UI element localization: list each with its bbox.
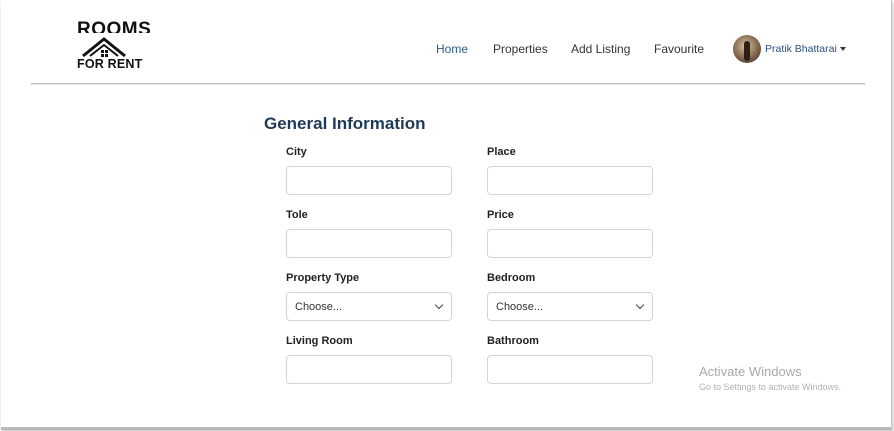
house-roof-icon: [82, 37, 126, 58]
place-input[interactable]: [487, 166, 653, 195]
activate-windows-title: Activate Windows: [699, 364, 802, 379]
activate-windows-subtitle: Go to Settings to activate Windows.: [699, 382, 842, 392]
bathroom-label: Bathroom: [487, 335, 539, 347]
avatar: [733, 35, 761, 63]
place-label: Place: [487, 146, 516, 158]
tole-input[interactable]: [286, 229, 452, 258]
bedroom-label: Bedroom: [487, 272, 536, 284]
property-type-label: Property Type: [286, 272, 360, 284]
section-title: General Information: [264, 114, 426, 133]
bathroom-input[interactable]: [487, 355, 653, 384]
nav-favourite-link[interactable]: Favourite: [654, 42, 704, 56]
property-type-value: Choose...: [295, 300, 343, 313]
city-label: City: [286, 146, 307, 158]
caret-down-icon: [839, 47, 846, 51]
living-room-input[interactable]: [286, 355, 452, 384]
logo-top-text: ROOMS: [77, 20, 152, 33]
city-input[interactable]: [286, 166, 452, 195]
property-type-select[interactable]: Choose...: [286, 292, 452, 321]
browser-page: ROOMS FOR RENT Home Properties Add Listi…: [1, 0, 892, 430]
chevron-down-icon: [434, 300, 444, 310]
price-label: Price: [487, 209, 514, 221]
site-logo[interactable]: ROOMS FOR RENT: [73, 20, 151, 76]
bedroom-select[interactable]: Choose...: [487, 292, 653, 321]
nav-properties-link[interactable]: Properties: [493, 42, 548, 56]
user-name: Pratik Bhattarai: [765, 43, 837, 55]
bedroom-value: Choose...: [496, 300, 544, 313]
tole-label: Tole: [286, 209, 308, 221]
logo-bottom-text: FOR RENT: [77, 57, 143, 71]
nav-add-listing-link[interactable]: Add Listing: [571, 42, 630, 56]
price-input[interactable]: [487, 229, 653, 258]
nav-home-link[interactable]: Home: [436, 42, 468, 56]
header-divider: [31, 83, 865, 84]
living-room-label: Living Room: [286, 335, 353, 347]
user-menu-toggle[interactable]: Pratik Bhattarai: [733, 34, 846, 64]
chevron-down-icon: [635, 300, 645, 310]
